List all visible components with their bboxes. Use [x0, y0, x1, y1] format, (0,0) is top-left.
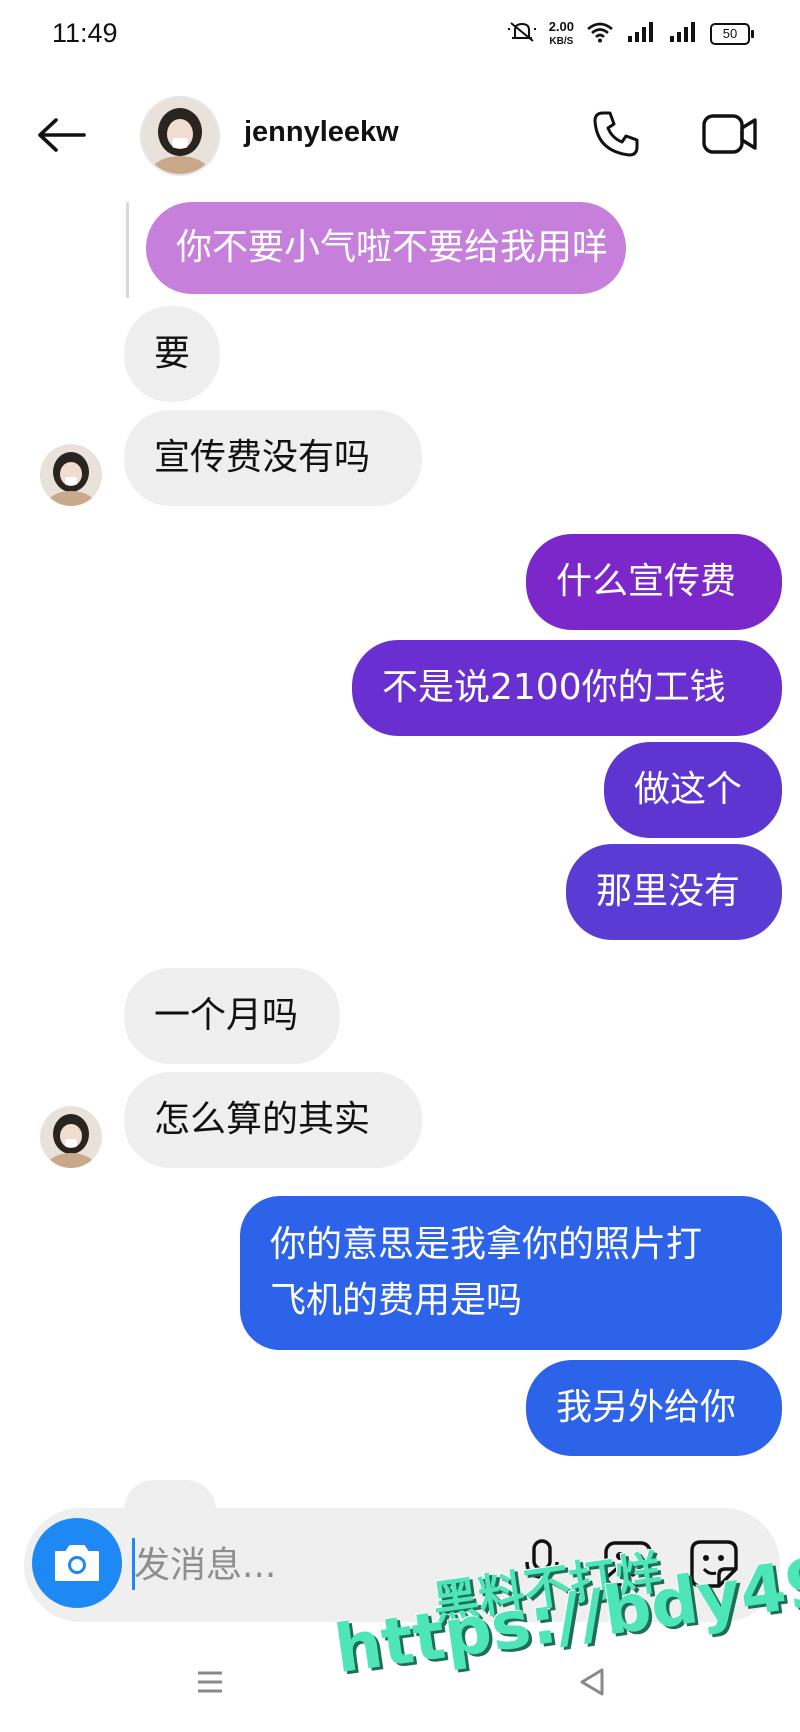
message-text: 你的意思是我拿你的照片打	[270, 1224, 703, 1265]
sender-avatar[interactable]	[40, 1106, 102, 1168]
phone-icon	[593, 111, 639, 157]
message-bubble[interactable]: 做这个	[604, 742, 782, 838]
network-speed: 2.00 KB/S	[549, 20, 574, 48]
signal-icon-2	[668, 21, 698, 47]
back-button[interactable]	[32, 110, 92, 160]
message-bubble[interactable]: 那里没有	[566, 844, 782, 940]
arrow-left-icon	[38, 118, 86, 152]
signal-icon	[626, 21, 656, 47]
sender-avatar[interactable]	[40, 444, 102, 506]
camera-icon	[55, 1545, 99, 1581]
message-bubble[interactable]: 什么宣传费	[526, 534, 782, 630]
message-bubble[interactable]: 一个月吗	[124, 968, 340, 1064]
message-bubble[interactable]: 怎么算的其实	[124, 1072, 422, 1168]
contact-username[interactable]: jennyleekw	[244, 116, 399, 149]
message-text: 宣传费没有吗	[154, 437, 371, 478]
message-bubble[interactable]: 要	[124, 306, 220, 402]
chat-header: jennyleekw	[0, 88, 800, 188]
message-text: 我另外给你	[556, 1387, 737, 1428]
message-text: 你不要小气啦不要给我用咩	[176, 227, 609, 268]
video-call-button[interactable]	[698, 106, 762, 162]
camera-button[interactable]	[32, 1518, 122, 1608]
message-bubble[interactable]: 你的意思是我拿你的照片打 飞机的费用是吗	[240, 1196, 782, 1350]
message-text: 飞机的费用是吗	[270, 1280, 523, 1321]
message-text: 要	[154, 333, 191, 374]
message-text: 怎么算的其实	[154, 1099, 371, 1140]
message-bubble[interactable]: 你不要小气啦不要给我用咩	[146, 202, 626, 294]
status-bar: 11:49 2.00 KB/S 50	[0, 0, 800, 72]
message-input[interactable]	[134, 1538, 474, 1592]
wifi-icon	[586, 21, 614, 47]
nav-back-button[interactable]	[572, 1662, 612, 1702]
nav-menu-button[interactable]	[190, 1662, 230, 1702]
message-text: 那里没有	[596, 871, 741, 912]
status-icons: 2.00 KB/S 50	[507, 20, 754, 48]
triangle-back-icon	[580, 1668, 604, 1696]
message-text: 不是说2100你的工钱	[382, 667, 726, 708]
message-bubble[interactable]: 宣传费没有吗	[124, 410, 422, 506]
menu-icon	[198, 1671, 222, 1693]
mute-bell-icon	[507, 20, 537, 48]
contact-avatar[interactable]	[140, 96, 220, 176]
reply-indicator	[126, 202, 129, 298]
message-bubble[interactable]: 不是说2100你的工钱	[352, 640, 782, 736]
message-bubble[interactable]: 我另外给你	[526, 1360, 782, 1456]
video-camera-icon	[702, 114, 757, 154]
voice-call-button[interactable]	[588, 106, 644, 162]
status-time: 11:49	[52, 18, 118, 48]
network-speed-value: 2.00	[548, 19, 574, 34]
battery-indicator: 50	[710, 23, 754, 45]
message-text: 什么宣传费	[556, 561, 737, 602]
network-speed-unit: KB/S	[549, 36, 574, 47]
message-text: 做这个	[634, 769, 743, 810]
message-text: 一个月吗	[154, 995, 299, 1036]
